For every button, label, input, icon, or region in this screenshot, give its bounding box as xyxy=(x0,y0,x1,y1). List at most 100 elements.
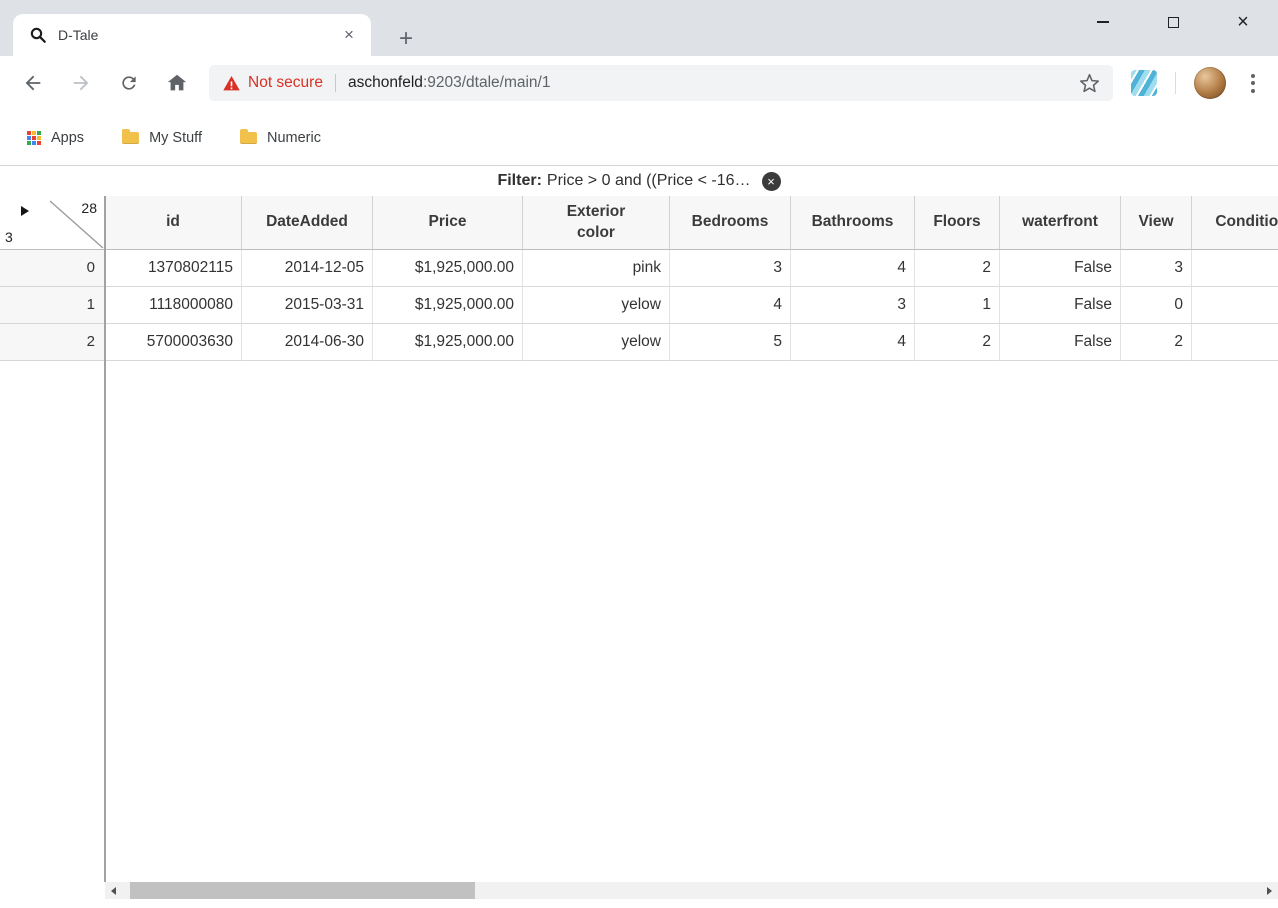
column-header-floors[interactable]: Floors xyxy=(915,196,1000,250)
browser-tab[interactable]: D-Tale × xyxy=(13,14,371,56)
data-cell[interactable] xyxy=(1192,324,1278,361)
address-bar[interactable]: Not secure aschonfeld:9203/dtale/main/1 xyxy=(209,65,1113,101)
data-cell[interactable]: 2 xyxy=(1121,324,1192,361)
scroll-left-icon xyxy=(111,886,116,895)
data-cell[interactable]: 5 xyxy=(670,324,791,361)
data-cell[interactable]: 3 xyxy=(791,287,915,324)
column-header-dateadded[interactable]: DateAdded xyxy=(242,196,373,250)
dtale-favicon-icon xyxy=(29,26,47,44)
filter-label: Filter: xyxy=(497,172,542,189)
data-cell[interactable]: False xyxy=(1000,287,1121,324)
data-cell[interactable]: 0 xyxy=(1121,287,1192,324)
column-header-waterfront[interactable]: waterfront xyxy=(1000,196,1121,250)
maximize-icon xyxy=(1167,16,1179,28)
data-cell[interactable]: 1370802115 xyxy=(105,250,242,287)
apps-grid-icon xyxy=(27,130,41,145)
tab-close-icon[interactable]: × xyxy=(339,25,359,45)
url-host: aschonfeld xyxy=(347,74,423,91)
not-secure-label: Not secure xyxy=(248,74,323,91)
row-index: 2 xyxy=(0,324,105,361)
row-index: 1 xyxy=(0,287,105,324)
data-cell[interactable]: $1,925,000.00 xyxy=(373,250,523,287)
column-header-bathrooms[interactable]: Bathrooms xyxy=(791,196,915,250)
browser-toolbar: Not secure aschonfeld:9203/dtale/main/1 xyxy=(0,56,1278,110)
filter-bar: Filter: Price > 0 and ((Price < -16… × xyxy=(0,166,1278,196)
scroll-right-icon xyxy=(1267,886,1272,895)
data-cell[interactable]: 2 xyxy=(915,250,1000,287)
tab-strip: D-Tale × + × xyxy=(0,0,1278,56)
grid-corner-cell: 28 3 xyxy=(0,196,105,250)
forward-button[interactable] xyxy=(57,61,105,105)
bookmark-star-button[interactable] xyxy=(1075,69,1103,97)
data-cell[interactable]: pink xyxy=(523,250,670,287)
table-row: 1 1118000080 2015-03-31 $1,925,000.00 yelow 4… xyxy=(0,287,1278,324)
bookmark-label: My Stuff xyxy=(149,129,202,146)
data-cell[interactable]: 2 xyxy=(915,324,1000,361)
browser-window: D-Tale × + × Not secure aschonfeld:9203… xyxy=(0,0,1278,899)
star-icon xyxy=(1079,73,1099,92)
column-header-price[interactable]: Price xyxy=(373,196,523,250)
data-cell[interactable]: 4 xyxy=(670,287,791,324)
data-cell[interactable] xyxy=(1192,250,1278,287)
bookmark-item-numeric[interactable]: Numeric xyxy=(239,128,321,146)
table-row: 0 1370802115 2014-12-05 $1,925,000.00 pink 3 4… xyxy=(0,250,1278,287)
home-button[interactable] xyxy=(153,61,201,105)
data-cell[interactable] xyxy=(1192,287,1278,324)
column-header-id[interactable]: id xyxy=(105,196,242,250)
forward-icon xyxy=(73,75,89,91)
data-cell[interactable]: 3 xyxy=(1121,250,1192,287)
data-cell[interactable]: 4 xyxy=(791,250,915,287)
data-cell[interactable]: False xyxy=(1000,324,1121,361)
folder-icon xyxy=(239,128,257,144)
dtale-app: Filter: Price > 0 and ((Price < -16… × 2… xyxy=(0,166,1278,899)
row-index: 0 xyxy=(0,250,105,287)
data-cell[interactable]: $1,925,000.00 xyxy=(373,287,523,324)
filter-query: Price > 0 and ((Price < -16… xyxy=(546,172,751,189)
minimize-icon xyxy=(1097,21,1109,23)
scroll-right-button[interactable] xyxy=(1261,882,1278,899)
data-cell[interactable]: 2015-03-31 xyxy=(242,287,373,324)
data-cell[interactable]: 3 xyxy=(670,250,791,287)
bookmarks-bar: Apps My Stuff Numeric xyxy=(0,110,1278,166)
data-cell[interactable]: 1 xyxy=(915,287,1000,324)
data-cell[interactable]: yelow xyxy=(523,324,670,361)
bookmark-item-my-stuff[interactable]: My Stuff xyxy=(122,128,202,146)
data-cell[interactable]: $1,925,000.00 xyxy=(373,324,523,361)
browser-menu-button[interactable] xyxy=(1240,66,1266,100)
reload-button[interactable] xyxy=(105,61,153,105)
window-minimize-button[interactable] xyxy=(1068,0,1138,44)
back-icon xyxy=(25,75,41,91)
back-button[interactable] xyxy=(9,61,57,105)
profile-avatar[interactable] xyxy=(1194,67,1226,99)
toolbar-divider xyxy=(1175,72,1176,94)
column-header-view[interactable]: View xyxy=(1121,196,1192,250)
data-cell[interactable]: 2014-12-05 xyxy=(242,250,373,287)
security-chip[interactable]: Not secure xyxy=(223,74,323,92)
grid-header-row: 28 3 id DateAdded Price Exterior color Bedroom… xyxy=(0,196,1278,250)
table-row: 2 5700003630 2014-06-30 $1,925,000.00 yelow 5… xyxy=(0,324,1278,361)
scrollbar-thumb[interactable] xyxy=(130,882,475,899)
column-header-exterior-color[interactable]: Exterior color xyxy=(523,196,670,250)
filter-clear-button[interactable]: × xyxy=(761,171,781,191)
window-maximize-button[interactable] xyxy=(1138,0,1208,44)
window-close-button[interactable]: × xyxy=(1208,0,1278,44)
frozen-column-divider xyxy=(104,196,106,882)
close-icon: × xyxy=(1237,11,1249,33)
tab-title: D-Tale xyxy=(58,27,99,43)
extension-icon[interactable] xyxy=(1131,70,1157,96)
column-header-bedrooms[interactable]: Bedrooms xyxy=(670,196,791,250)
data-cell[interactable]: 1118000080 xyxy=(105,287,242,324)
data-cell[interactable]: False xyxy=(1000,250,1121,287)
bookmark-apps[interactable]: Apps xyxy=(27,130,84,146)
scroll-left-button[interactable] xyxy=(105,882,122,899)
reload-icon xyxy=(122,76,136,90)
data-cell[interactable]: 5700003630 xyxy=(105,324,242,361)
data-cell[interactable]: 4 xyxy=(791,324,915,361)
new-tab-button[interactable]: + xyxy=(391,24,421,54)
bookmark-label: Apps xyxy=(51,129,85,146)
data-cell[interactable]: yelow xyxy=(523,287,670,324)
data-cell[interactable]: 2014-06-30 xyxy=(242,324,373,361)
bookmark-label: Numeric xyxy=(266,129,321,146)
horizontal-scrollbar[interactable] xyxy=(105,882,1278,899)
column-header-condition[interactable]: Condition xyxy=(1192,196,1278,250)
